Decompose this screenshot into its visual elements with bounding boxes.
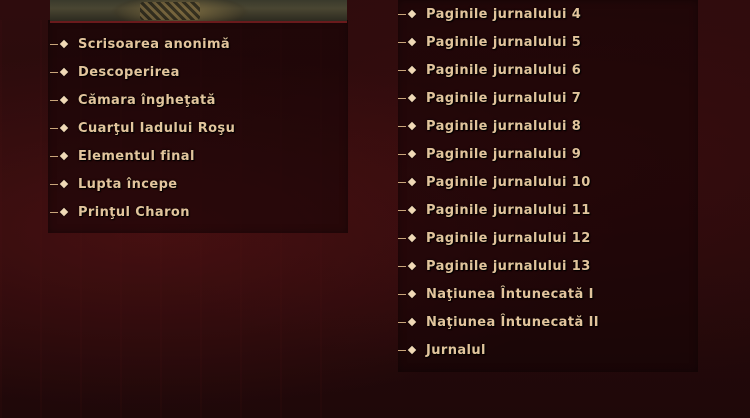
diamond-bullet-icon — [398, 344, 422, 356]
diamond-bullet-icon — [398, 288, 422, 300]
quest-link-label: Paginile jurnalului 6 — [426, 62, 582, 78]
diamond-bullet-icon — [398, 204, 422, 216]
quest-link-label: Paginile jurnalului 8 — [426, 118, 582, 134]
diamond-bullet-icon — [398, 64, 422, 76]
quest-link[interactable]: Paginile jurnalului 11 — [398, 196, 599, 224]
diamond-bullet-icon — [50, 94, 74, 106]
diamond-bullet-icon — [398, 36, 422, 48]
quest-link-label: Prinţul Charon — [78, 204, 190, 220]
quest-link-label: Descoperirea — [78, 64, 180, 80]
quest-link[interactable]: Prinţul Charon — [50, 198, 235, 226]
diamond-bullet-icon — [50, 66, 74, 78]
diamond-bullet-icon — [50, 122, 74, 134]
diamond-bullet-icon — [50, 38, 74, 50]
quest-link[interactable]: Elementul final — [50, 142, 235, 170]
quest-link[interactable]: Paginile jurnalului 13 — [398, 252, 599, 280]
quest-link[interactable]: Paginile jurnalului 12 — [398, 224, 599, 252]
quest-link[interactable]: Paginile jurnalului 4 — [398, 0, 599, 28]
quest-link[interactable]: Cuarţul Iadului Roşu — [50, 114, 235, 142]
quest-link[interactable]: Jurnalul — [398, 336, 599, 364]
quest-link-label: Scrisoarea anonimă — [78, 36, 231, 52]
diamond-bullet-icon — [398, 120, 422, 132]
quest-link-label: Paginile jurnalului 10 — [426, 174, 591, 190]
quest-link-label: Paginile jurnalului 12 — [426, 230, 591, 246]
quest-link[interactable]: Scrisoarea anonimă — [50, 30, 235, 58]
quest-link-label: Jurnalul — [426, 342, 486, 358]
quest-link[interactable]: Descoperirea — [50, 58, 235, 86]
right-quest-list: Paginile jurnalului 4 Paginile jurnalulu… — [398, 0, 599, 364]
diamond-bullet-icon — [50, 206, 74, 218]
character-banner-image — [50, 0, 347, 23]
quest-link-label: Naţiunea Întunecată I — [426, 286, 594, 302]
quest-link[interactable]: Paginile jurnalului 9 — [398, 140, 599, 168]
diamond-bullet-icon — [50, 150, 74, 162]
left-quest-list: Scrisoarea anonimă Descoperirea Cămara î… — [50, 30, 235, 226]
quest-link-label: Paginile jurnalului 9 — [426, 146, 582, 162]
quest-link[interactable]: Lupta începe — [50, 170, 235, 198]
quest-link-label: Paginile jurnalului 7 — [426, 90, 582, 106]
quest-link-label: Paginile jurnalului 11 — [426, 202, 591, 218]
quest-link[interactable]: Naţiunea Întunecată I — [398, 280, 599, 308]
quest-link-label: Elementul final — [78, 148, 195, 164]
diamond-bullet-icon — [398, 92, 422, 104]
quest-link[interactable]: Paginile jurnalului 8 — [398, 112, 599, 140]
quest-link[interactable]: Naţiunea Întunecată II — [398, 308, 599, 336]
diamond-bullet-icon — [398, 176, 422, 188]
quest-link[interactable]: Paginile jurnalului 6 — [398, 56, 599, 84]
quest-link-label: Naţiunea Întunecată II — [426, 314, 600, 330]
quest-link[interactable]: Paginile jurnalului 7 — [398, 84, 599, 112]
quest-link-label: Cuarţul Iadului Roşu — [78, 120, 236, 136]
quest-link[interactable]: Paginile jurnalului 5 — [398, 28, 599, 56]
diamond-bullet-icon — [398, 8, 422, 20]
diamond-bullet-icon — [398, 260, 422, 272]
diamond-bullet-icon — [398, 148, 422, 160]
quest-link[interactable]: Paginile jurnalului 10 — [398, 168, 599, 196]
diamond-bullet-icon — [398, 232, 422, 244]
diamond-bullet-icon — [398, 316, 422, 328]
quest-link[interactable]: Cămara îngheţată — [50, 86, 235, 114]
quest-link-label: Cămara îngheţată — [78, 92, 216, 108]
quest-link-label: Paginile jurnalului 13 — [426, 258, 591, 274]
quest-link-label: Paginile jurnalului 4 — [426, 6, 582, 22]
quest-link-label: Paginile jurnalului 5 — [426, 34, 582, 50]
diamond-bullet-icon — [50, 178, 74, 190]
quest-link-label: Lupta începe — [78, 176, 178, 192]
